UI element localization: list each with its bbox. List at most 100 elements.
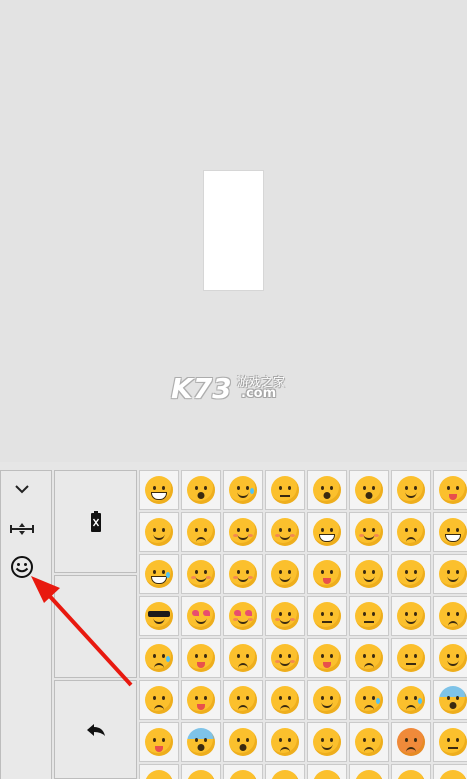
emoji-tired-tongue[interactable]	[139, 722, 179, 762]
emoji-tongue[interactable]	[433, 470, 467, 510]
fear-blue-icon	[439, 686, 467, 714]
emoji-row8-g[interactable]	[391, 764, 431, 779]
emoji-crying[interactable]	[391, 680, 431, 720]
emoji-unamused[interactable]	[391, 638, 431, 678]
watermark-com: .com	[241, 386, 277, 401]
emoji-mask[interactable]	[433, 722, 467, 762]
emoji-smile[interactable]	[181, 554, 221, 594]
emoji-laugh-cry[interactable]	[139, 554, 179, 594]
emoji-wink[interactable]	[349, 554, 389, 594]
emoji-sunglasses[interactable]	[139, 596, 179, 636]
emoji-row8-e[interactable]	[307, 764, 347, 779]
grimace-icon	[313, 518, 341, 546]
slight-smile-icon	[355, 518, 383, 546]
emoji-pouting-kiss[interactable]	[223, 512, 263, 552]
emoji-flushed[interactable]	[265, 638, 305, 678]
emoji-triumph[interactable]	[307, 680, 347, 720]
emoji-wink-tongue-2[interactable]	[307, 638, 347, 678]
tired-icon	[229, 644, 257, 672]
emoji-kiss-closed[interactable]	[265, 512, 305, 552]
emoji-sleepy[interactable]	[391, 470, 431, 510]
emoji-disappointed[interactable]	[223, 680, 263, 720]
emoji-sideeye[interactable]	[433, 554, 467, 594]
emoji-cry-sleepy[interactable]	[139, 638, 179, 678]
emoji-rage[interactable]	[391, 722, 431, 762]
squint-tongue-icon	[313, 560, 341, 588]
emoji-confused[interactable]	[139, 512, 179, 552]
emoji-surprised[interactable]	[307, 470, 347, 510]
emoji-sad[interactable]	[391, 512, 431, 552]
emoji-tongue-out[interactable]	[181, 680, 221, 720]
sideeye-icon	[439, 560, 467, 588]
emoji-big-grin[interactable]	[433, 512, 467, 552]
emoji-pensive[interactable]	[139, 680, 179, 720]
resize-icon[interactable]	[10, 517, 34, 541]
emoji-frown[interactable]	[181, 512, 221, 552]
emoji-hushed[interactable]	[181, 470, 221, 510]
row8-d-icon	[271, 770, 299, 779]
dizzy-icon	[313, 728, 341, 756]
persevere-icon	[439, 602, 467, 630]
emoji-angry[interactable]	[349, 722, 389, 762]
emoji-tired[interactable]	[223, 638, 263, 678]
grin-icon	[145, 476, 173, 504]
emoji-row8-f[interactable]	[349, 764, 389, 779]
angry-icon	[355, 728, 383, 756]
pensive-icon	[145, 686, 173, 714]
emoji-thinking[interactable]	[433, 638, 467, 678]
emoji-persevere[interactable]	[433, 596, 467, 636]
surprised-icon	[313, 476, 341, 504]
emoji-kiss-blush[interactable]	[265, 596, 305, 636]
flushed-icon	[271, 644, 299, 672]
emoji-scream[interactable]	[223, 722, 263, 762]
emoji-tears-joy[interactable]	[223, 470, 263, 510]
emoji-wink-tongue[interactable]	[181, 638, 221, 678]
emoji-ponder[interactable]	[349, 470, 389, 510]
blank-key[interactable]	[54, 575, 137, 678]
emoji-blush-smile[interactable]	[223, 554, 263, 594]
emoji-weary[interactable]	[349, 638, 389, 678]
smiley-face-icon[interactable]	[10, 555, 34, 579]
emoji-row8-c[interactable]	[223, 764, 263, 779]
emoji-grin[interactable]	[139, 470, 179, 510]
wink-tongue-2-icon	[313, 644, 341, 672]
emoji-worried[interactable]	[265, 680, 305, 720]
tongue-icon	[439, 476, 467, 504]
emoji-expressionless[interactable]	[349, 596, 389, 636]
hushed-icon	[187, 476, 215, 504]
emoji-sad-sweat[interactable]	[349, 680, 389, 720]
emoji-row8-a[interactable]	[139, 764, 179, 779]
emoji-meh[interactable]	[307, 596, 347, 636]
row8-b-icon	[187, 770, 215, 779]
chevron-down-icon[interactable]	[10, 477, 34, 501]
scream-icon	[229, 728, 257, 756]
emoji-fear-blue[interactable]	[433, 680, 467, 720]
crying-icon	[397, 686, 425, 714]
emoji-row8-h[interactable]	[433, 764, 467, 779]
emoji-slight-smile[interactable]	[349, 512, 389, 552]
emoji-kiss-heart[interactable]	[223, 596, 263, 636]
emoji-squint-tongue[interactable]	[307, 554, 347, 594]
row8-c-icon	[229, 770, 257, 779]
cry-sleepy-icon	[145, 644, 173, 672]
frown-icon	[187, 518, 215, 546]
row8-a-icon	[145, 770, 173, 779]
sad-sweat-icon	[355, 686, 383, 714]
sunglasses-icon	[145, 602, 173, 630]
backspace-key[interactable]	[54, 680, 137, 779]
battery-key[interactable]	[54, 470, 137, 573]
sad-icon	[397, 518, 425, 546]
emoji-happy[interactable]	[265, 554, 305, 594]
emoji-row8-b[interactable]	[181, 764, 221, 779]
battery-icon	[90, 510, 101, 532]
emoji-row8-d[interactable]	[265, 764, 305, 779]
emoji-slight-frown[interactable]	[265, 722, 305, 762]
emoji-grimace[interactable]	[307, 512, 347, 552]
emoji-dizzy[interactable]	[307, 722, 347, 762]
emoji-scared-blue[interactable]	[181, 722, 221, 762]
emoji-neutral[interactable]	[265, 470, 305, 510]
emoji-relieved[interactable]	[391, 554, 431, 594]
emoji-smirk[interactable]	[391, 596, 431, 636]
emoji-heart-eyes[interactable]	[181, 596, 221, 636]
kiss-blush-icon	[271, 602, 299, 630]
